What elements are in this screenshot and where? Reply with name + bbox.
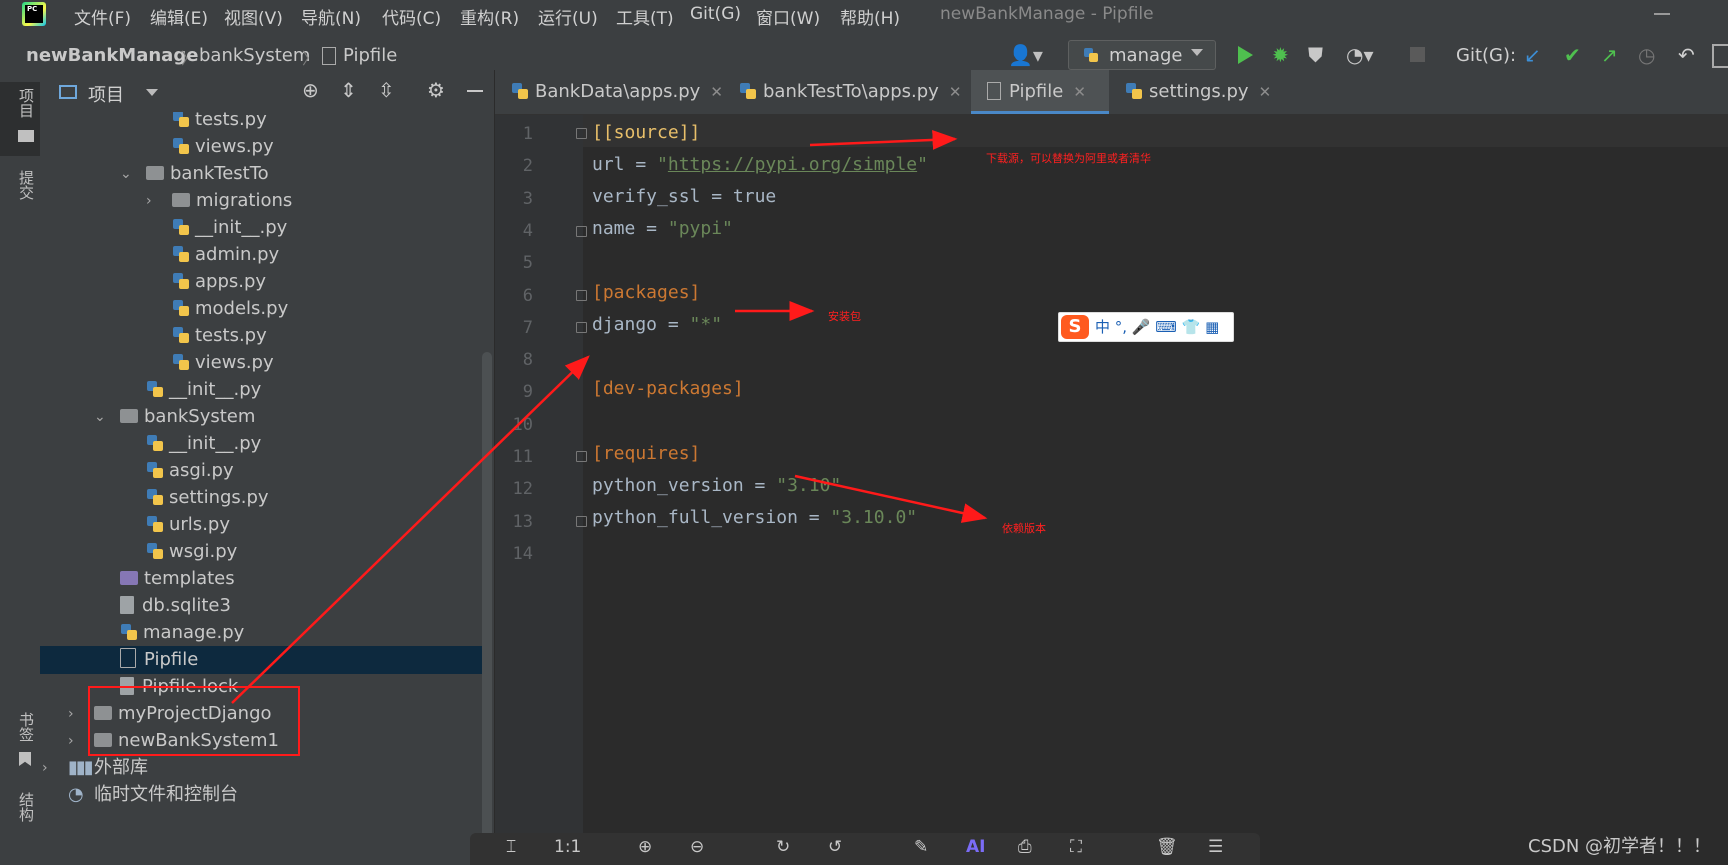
sogou-logo: S — [1061, 315, 1089, 339]
ime-status: 中 °, 🎤 ⌨ 👕 ▦ — [1095, 318, 1220, 336]
image-viewer-toolbar: ⌶ 1:1 ⊕ ⊖ ↻ ↺ ✎ AI ⎙ ⛶ 🗑 ☰ — [470, 833, 1260, 865]
edit-icon[interactable]: ✎ — [914, 837, 928, 857]
ime-toolbar[interactable]: S 中 °, 🎤 ⌨ 👕 ▦ — [1058, 312, 1234, 342]
annotation-packages-label: 安装包 — [828, 310, 861, 323]
zoom-ratio[interactable]: 1:1 — [554, 837, 581, 857]
fullscreen-icon[interactable]: ⛶ — [1070, 837, 1082, 857]
delete-icon[interactable]: 🗑 — [1156, 837, 1178, 857]
annotation-arrow — [809, 129, 958, 150]
rotate-right-icon[interactable]: ↻ — [776, 837, 790, 857]
menu-icon[interactable]: ☰ — [1208, 837, 1223, 857]
annotation-source-label: 下载源，可以替换为阿里或者清华 — [986, 152, 1151, 165]
annotation-arrow — [794, 474, 988, 523]
ai-icon[interactable]: AI — [966, 837, 985, 857]
zoom-in-icon[interactable]: ⊕ — [638, 837, 652, 857]
rotate-left-icon[interactable]: ↺ — [828, 837, 842, 857]
print-icon[interactable]: ⎙ — [1018, 837, 1032, 857]
fit-icon[interactable]: ⌶ — [506, 837, 516, 857]
annotation-arrow — [231, 355, 590, 704]
csdn-watermark: CSDN @初学者！！！ — [1528, 836, 1712, 857]
highlight-box — [88, 686, 300, 756]
annotation-requires-label: 依赖版本 — [1002, 522, 1046, 535]
zoom-out-icon[interactable]: ⊖ — [690, 837, 704, 857]
